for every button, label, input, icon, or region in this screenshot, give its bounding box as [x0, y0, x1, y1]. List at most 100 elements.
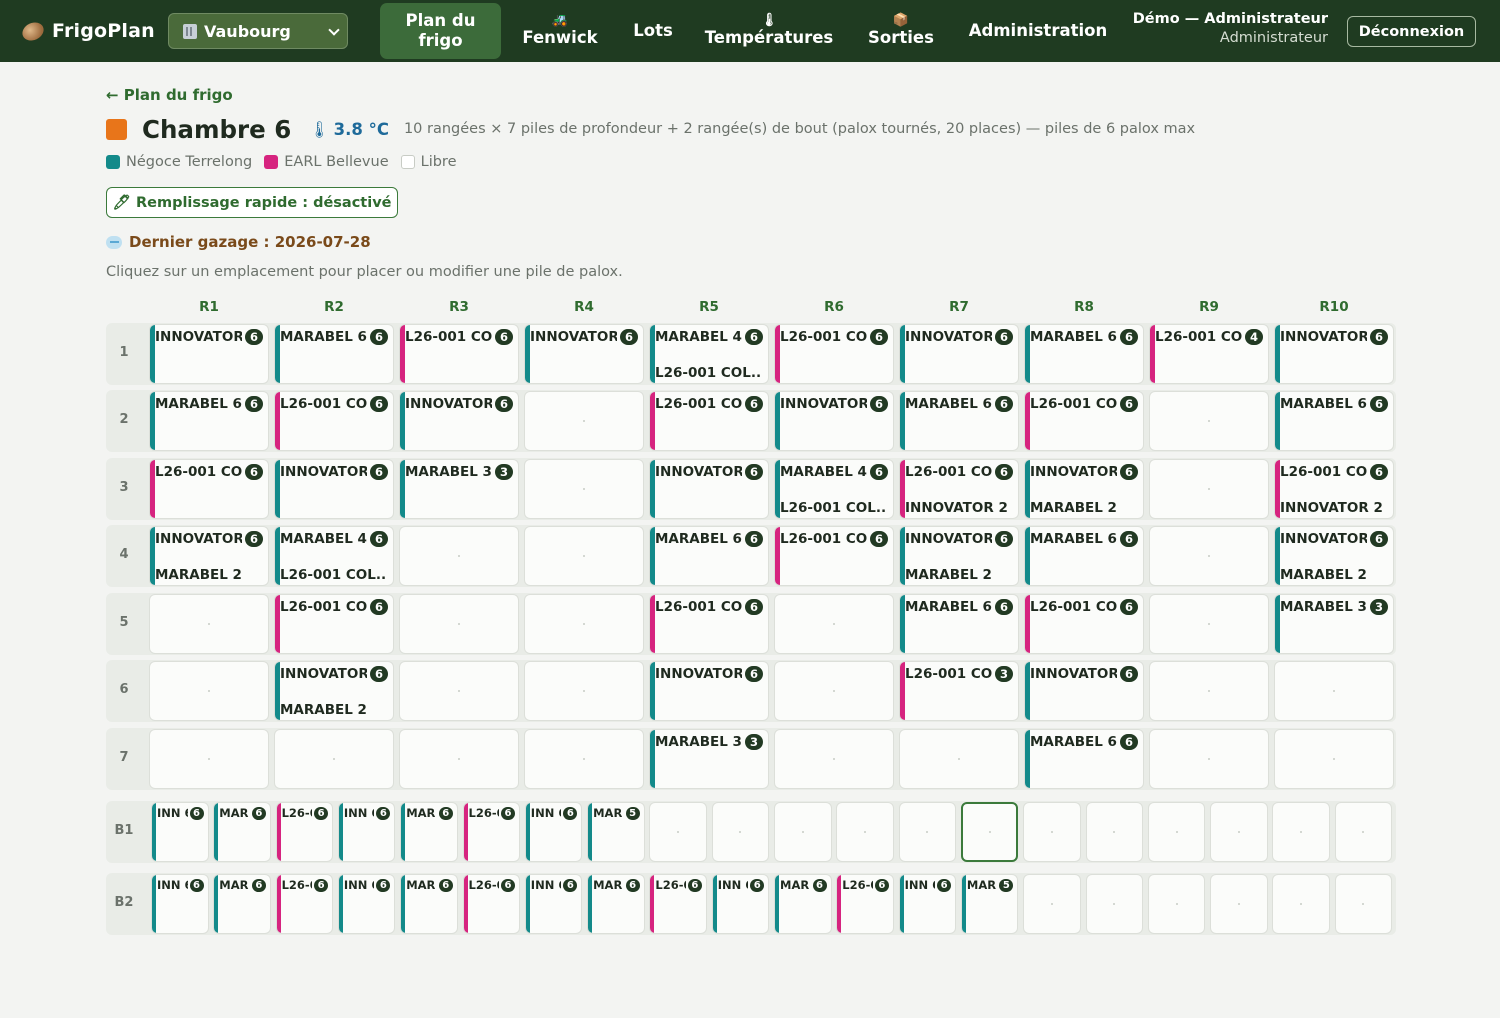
- stack-cell[interactable]: L26-001 COL4 INNOVATOR 2 6: [899, 458, 1019, 519]
- bout-empty-slot[interactable]: [1210, 801, 1268, 862]
- stack-cell[interactable]: MARABEL 33: [399, 458, 519, 519]
- stack-cell[interactable]: MARABEL 66: [149, 391, 269, 451]
- empty-slot[interactable]: [774, 661, 894, 721]
- stack-cell[interactable]: L26-001 COL66: [774, 323, 894, 384]
- empty-slot[interactable]: [1149, 593, 1269, 654]
- bout-empty-slot[interactable]: [1334, 801, 1393, 862]
- bout-empty-slot[interactable]: [960, 801, 1019, 862]
- stack-cell[interactable]: MARABEL 66: [1024, 526, 1144, 586]
- stack-cell[interactable]: INNOVATOR 66: [399, 391, 519, 451]
- empty-slot[interactable]: [149, 661, 269, 721]
- nav-sorties[interactable]: 📦 Sorties: [860, 3, 942, 59]
- bout-stack-cell[interactable]: MAR 66: [587, 873, 645, 934]
- logout-button[interactable]: Déconnexion: [1347, 16, 1476, 47]
- empty-slot[interactable]: [524, 728, 644, 789]
- stack-cell[interactable]: MARABEL 4 L26-001 COL... 6: [274, 526, 394, 586]
- bout-stack-cell[interactable]: INN 66: [337, 801, 396, 862]
- quick-fill-toggle[interactable]: 🖊 Remplissage rapide : désactivé: [106, 187, 398, 218]
- stack-cell[interactable]: L26-001 COL66: [149, 458, 269, 519]
- bout-stack-cell[interactable]: L26-066: [462, 801, 520, 862]
- stack-cell[interactable]: INNOVATOR 4 MARABEL 2 6: [899, 526, 1019, 586]
- stack-cell[interactable]: MARABEL 66: [649, 526, 769, 586]
- empty-slot[interactable]: [1149, 661, 1269, 721]
- bout-empty-slot[interactable]: [774, 801, 832, 862]
- empty-slot[interactable]: [399, 526, 519, 586]
- bout-empty-slot[interactable]: [1085, 873, 1143, 934]
- nav-lots[interactable]: Lots: [622, 3, 684, 59]
- empty-slot[interactable]: [149, 593, 269, 654]
- bout-empty-slot[interactable]: [1023, 873, 1081, 934]
- empty-slot[interactable]: [1274, 728, 1394, 789]
- stack-cell[interactable]: L26-001 COL66: [649, 391, 769, 451]
- bout-empty-slot[interactable]: [836, 801, 894, 862]
- nav-fenwick[interactable]: 🚜 Fenwick: [514, 3, 606, 59]
- stack-cell[interactable]: INNOVATOR 66: [899, 323, 1019, 384]
- brand[interactable]: FrigoPlan: [19, 16, 155, 46]
- stack-cell[interactable]: L26-001 COL66: [1024, 391, 1144, 451]
- empty-slot[interactable]: [149, 728, 269, 789]
- empty-slot[interactable]: [1274, 661, 1394, 721]
- bout-stack-cell[interactable]: MAR 66: [400, 873, 458, 934]
- bout-stack-cell[interactable]: MAR 66: [213, 873, 271, 934]
- stack-cell[interactable]: MARABEL 66: [1274, 391, 1394, 451]
- bout-empty-slot[interactable]: [649, 801, 707, 862]
- bout-stack-cell[interactable]: MAR 55: [587, 801, 645, 862]
- bout-stack-cell[interactable]: INN 66: [151, 873, 209, 934]
- bout-stack-cell[interactable]: L26-066: [462, 873, 520, 934]
- bout-empty-slot[interactable]: [1085, 801, 1143, 862]
- bout-stack-cell[interactable]: INN 66: [524, 873, 583, 934]
- bout-empty-slot[interactable]: [898, 801, 957, 862]
- empty-slot[interactable]: [899, 728, 1019, 789]
- bout-stack-cell[interactable]: MAR 66: [774, 873, 832, 934]
- stack-cell[interactable]: L26-001 COL66: [774, 526, 894, 586]
- bout-stack-cell[interactable]: MAR 66: [400, 801, 458, 862]
- stack-cell[interactable]: INNOVATOR 4 MARABEL 2 6: [1024, 458, 1144, 519]
- empty-slot[interactable]: [1149, 526, 1269, 586]
- bout-stack-cell[interactable]: INN 66: [524, 801, 583, 862]
- stack-cell[interactable]: INNOVATOR 66: [524, 323, 644, 384]
- bout-empty-slot[interactable]: [1210, 873, 1268, 934]
- empty-slot[interactable]: [774, 593, 894, 654]
- bout-empty-slot[interactable]: [711, 801, 770, 862]
- empty-slot[interactable]: [524, 391, 644, 451]
- empty-slot[interactable]: [524, 526, 644, 586]
- nav-plan-du-frigo[interactable]: Plan du frigo: [380, 3, 501, 59]
- bout-empty-slot[interactable]: [1272, 801, 1330, 862]
- nav-temperatures[interactable]: 🌡 Températures: [698, 3, 840, 59]
- stack-cell[interactable]: L26-001 COL66: [274, 593, 394, 654]
- empty-slot[interactable]: [524, 593, 644, 654]
- stack-cell[interactable]: L26-001 COL66: [399, 323, 519, 384]
- stack-cell[interactable]: INNOVATOR 66: [149, 323, 269, 384]
- stack-cell[interactable]: MARABEL 4 L26-001 COL... 6: [649, 323, 769, 384]
- stack-cell[interactable]: L26-001 COL66: [649, 593, 769, 654]
- stack-cell[interactable]: MARABEL 66: [899, 391, 1019, 451]
- bout-stack-cell[interactable]: INN 66: [898, 873, 957, 934]
- bout-stack-cell[interactable]: INN 66: [711, 873, 770, 934]
- bout-stack-cell[interactable]: INN 66: [337, 873, 396, 934]
- empty-slot[interactable]: [399, 593, 519, 654]
- stack-cell[interactable]: MARABEL 33: [1274, 593, 1394, 654]
- stack-cell[interactable]: INNOVATOR 66: [649, 458, 769, 519]
- stack-cell[interactable]: INNOVATOR 66: [1024, 661, 1144, 721]
- stack-cell[interactable]: MARABEL 66: [1024, 728, 1144, 789]
- empty-slot[interactable]: [524, 458, 644, 519]
- stack-cell[interactable]: INNOVATOR 66: [274, 458, 394, 519]
- bout-empty-slot[interactable]: [1334, 873, 1393, 934]
- stack-cell[interactable]: MARABEL 33: [649, 728, 769, 789]
- site-select[interactable]: Vaubourg: [168, 13, 348, 49]
- empty-slot[interactable]: [399, 661, 519, 721]
- bout-empty-slot[interactable]: [1147, 801, 1206, 862]
- stack-cell[interactable]: L26-001 COL66: [274, 391, 394, 451]
- bout-stack-cell[interactable]: L26-066: [275, 873, 334, 934]
- empty-slot[interactable]: [399, 728, 519, 789]
- stack-cell[interactable]: INNOVATOR 4 MARABEL 2 6: [274, 661, 394, 721]
- nav-administration[interactable]: Administration: [962, 3, 1114, 59]
- stack-cell[interactable]: MARABEL 66: [274, 323, 394, 384]
- bout-empty-slot[interactable]: [1147, 873, 1206, 934]
- empty-slot[interactable]: [774, 728, 894, 789]
- stack-cell[interactable]: INNOVATOR 66: [774, 391, 894, 451]
- stack-cell[interactable]: INNOVATOR 4 MARABEL 2 6: [149, 526, 269, 586]
- empty-slot[interactable]: [1149, 458, 1269, 519]
- bout-stack-cell[interactable]: L26-066: [649, 873, 707, 934]
- stack-cell[interactable]: L26-001 COL66: [1024, 593, 1144, 654]
